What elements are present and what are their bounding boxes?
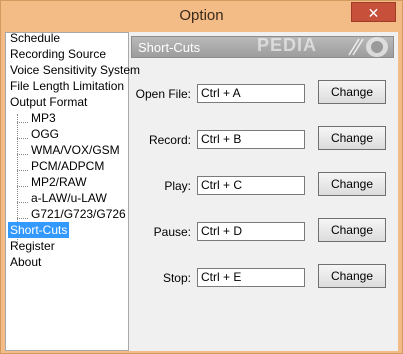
options-tree[interactable]: Schedule Recording Source Voice Sensitiv… [5, 30, 140, 351]
panel-title: Short-Cuts [138, 40, 201, 55]
tree-item-alaw-ulaw[interactable]: a-LAW/u-LAW [29, 190, 109, 206]
stop-shortcut-field[interactable]: Ctrl + E [197, 268, 305, 287]
stop-change-button[interactable]: Change [318, 264, 386, 288]
panel-header: Short-Cuts PEDIA [131, 35, 394, 58]
open-file-change-button[interactable]: Change [318, 80, 386, 104]
tree-connector [17, 154, 28, 155]
tree-item-mp2-raw[interactable]: MP2/RAW [29, 174, 89, 190]
play-change-button[interactable]: Change [318, 172, 386, 196]
pause-shortcut-field[interactable]: Ctrl + D [197, 222, 305, 241]
tree-item-wma-vox-gsm[interactable]: WMA/VOX/GSM [29, 142, 122, 158]
pause-label: Pause: [153, 225, 191, 239]
record-change-button[interactable]: Change [318, 126, 386, 150]
close-button[interactable]: ✕ [351, 2, 396, 22]
watermark: PEDIA [257, 35, 318, 55]
disc-logo-icon [348, 37, 388, 57]
tree-item-schedule[interactable]: Schedule [8, 30, 62, 46]
play-label: Play: [164, 179, 191, 193]
tree-connector [17, 122, 28, 123]
tree-connector [17, 170, 28, 171]
open-file-shortcut-field[interactable]: Ctrl + A [197, 84, 305, 103]
tree-item-short-cuts[interactable]: Short-Cuts [8, 222, 70, 238]
option-window: Option ✕ Schedule Recording Source Voice… [0, 0, 403, 354]
tree-item-voice-sensitivity[interactable]: Voice Sensitivity System [8, 62, 142, 78]
pause-change-button[interactable]: Change [318, 218, 386, 242]
open-file-label: Open File: [135, 87, 191, 101]
tree-item-output-format[interactable]: Output Format [8, 94, 89, 110]
play-shortcut-field[interactable]: Ctrl + C [197, 176, 305, 195]
tree-item-recording-source[interactable]: Recording Source [8, 46, 108, 62]
tree-connector [17, 202, 28, 203]
tree-connector [17, 186, 28, 187]
tree-connector [17, 138, 28, 139]
tree-item-register[interactable]: Register [8, 238, 57, 254]
stop-label: Stop: [162, 271, 191, 285]
tree-item-pcm-adpcm[interactable]: PCM/ADPCM [29, 158, 106, 174]
tree-item-file-length[interactable]: File Length Limitation [8, 78, 126, 94]
tree-item-ogg[interactable]: OGG [29, 126, 61, 142]
record-shortcut-field[interactable]: Ctrl + B [197, 130, 305, 149]
tree-connector [17, 218, 28, 219]
tree-item-about[interactable]: About [8, 254, 43, 270]
client-area: Schedule Recording Source Voice Sensitiv… [5, 30, 398, 351]
close-icon: ✕ [367, 5, 380, 21]
tree-item-mp3[interactable]: MP3 [29, 110, 58, 126]
window-title: Option [179, 7, 224, 24]
title-bar[interactable]: Option ✕ [1, 1, 402, 32]
tree-item-g72x[interactable]: G721/G723/G726 [29, 206, 128, 222]
record-label: Record: [148, 133, 191, 147]
short-cuts-panel: Short-Cuts PEDIA Open File: Ctrl + A Cha… [131, 32, 398, 351]
